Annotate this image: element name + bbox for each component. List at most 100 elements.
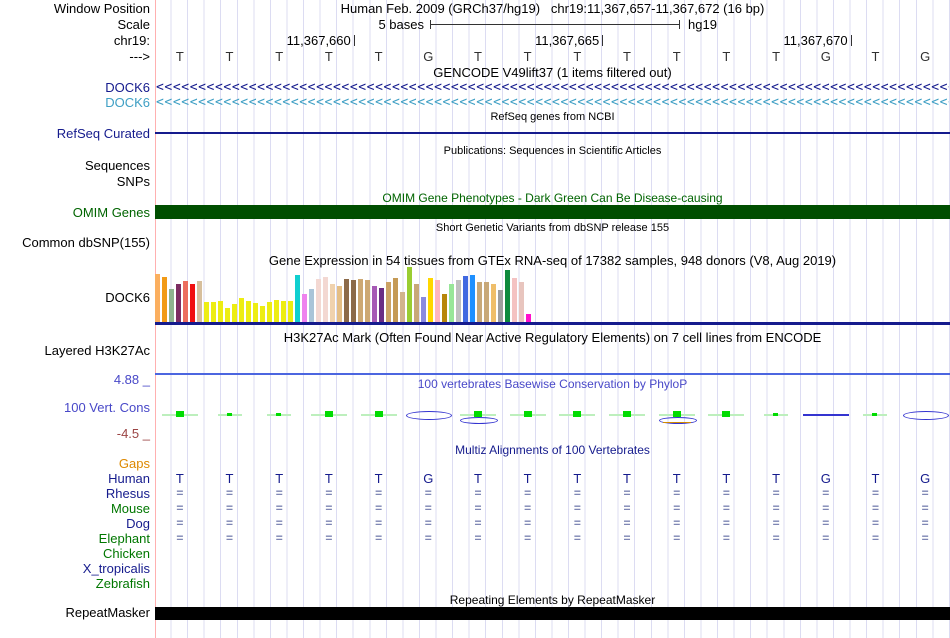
multiz-alignment-mark: =	[415, 502, 441, 514]
multiz-alignment-mark: =	[465, 487, 491, 499]
conservation-small-tick	[276, 413, 281, 416]
gtex-tissue-bar[interactable]	[246, 301, 251, 322]
gtex-tissue-bar[interactable]	[400, 292, 405, 322]
track-label-omim-genes[interactable]: OMIM Genes	[0, 205, 150, 220]
track-label-strand: --->	[0, 49, 150, 64]
gtex-tissue-bar[interactable]	[519, 282, 524, 322]
gtex-tissue-bar[interactable]	[337, 286, 342, 322]
gtex-tissue-bar[interactable]	[470, 275, 475, 322]
multiz-human-base: T	[465, 472, 491, 486]
gtex-tissue-bar[interactable]	[442, 294, 447, 322]
track-label-snps[interactable]: SNPs	[0, 174, 150, 189]
multiz-alignment-mark: =	[415, 517, 441, 529]
multiz-alignment-mark: =	[366, 487, 392, 499]
gtex-tissue-bar[interactable]	[218, 301, 223, 322]
gtex-tissue-bar[interactable]	[274, 300, 279, 322]
multiz-alignment-mark: =	[266, 502, 292, 514]
gtex-tissue-bar[interactable]	[162, 277, 167, 322]
gtex-tissue-bar[interactable]	[183, 281, 188, 322]
gtex-tissue-bar[interactable]	[281, 301, 286, 322]
gtex-tissue-bar[interactable]	[505, 270, 510, 322]
gtex-tissue-bar[interactable]	[456, 280, 461, 322]
gtex-tissue-bar[interactable]	[253, 303, 258, 322]
multiz-human-base: G	[813, 472, 839, 486]
track-label-vert-cons[interactable]: 100 Vert. Cons	[0, 400, 150, 415]
multiz-alignment-mark: =	[713, 532, 739, 544]
gtex-tissue-bar[interactable]	[491, 284, 496, 322]
gtex-tissue-bar[interactable]	[260, 306, 265, 322]
gtex-tissue-bar[interactable]	[190, 284, 195, 322]
gtex-tissue-bar[interactable]	[463, 276, 468, 322]
track-label-refseq-curated[interactable]: RefSeq Curated	[0, 126, 150, 141]
multiz-alignment-mark: =	[217, 487, 243, 499]
gene-row-dock6[interactable]: <<<<<<<<<<<<<<<<<<<<<<<<<<<<<<<<<<<<<<<<…	[156, 97, 949, 109]
multiz-alignment-mark: =	[465, 517, 491, 529]
gtex-tissue-bar[interactable]	[449, 284, 454, 322]
sequence-base: T	[316, 50, 342, 64]
gtex-tissue-bar[interactable]	[239, 298, 244, 322]
gtex-tissue-bar[interactable]	[484, 282, 489, 322]
track-label-x-tropicalis[interactable]: X_tropicalis	[0, 561, 150, 576]
track-label-gencode-dock6-1[interactable]: DOCK6	[0, 80, 150, 95]
gtex-tissue-bar[interactable]	[302, 294, 307, 322]
track-label-gencode-dock6-2[interactable]: DOCK6	[0, 95, 150, 110]
gtex-tissue-bar[interactable]	[428, 278, 433, 322]
conservation-blue-line	[803, 414, 849, 416]
track-label-layered-h3k27ac[interactable]: Layered H3K27Ac	[0, 343, 150, 358]
track-label-dog[interactable]: Dog	[0, 516, 150, 531]
gtex-tissue-bar[interactable]	[232, 304, 237, 322]
gtex-tissue-bar[interactable]	[204, 302, 209, 322]
gtex-tissue-bar[interactable]	[309, 289, 314, 322]
gtex-tissue-bar[interactable]	[386, 282, 391, 322]
refseq-curated-line[interactable]	[155, 132, 950, 134]
conservation-positive-square	[722, 411, 730, 417]
track-label-repeatmasker[interactable]: RepeatMasker	[0, 605, 150, 620]
multiz-alignment-mark: =	[515, 502, 541, 514]
track-label-zebrafish[interactable]: Zebrafish	[0, 576, 150, 591]
gtex-tissue-bar[interactable]	[155, 274, 160, 322]
gtex-tissue-bar[interactable]	[197, 281, 202, 322]
gtex-tissue-bar[interactable]	[407, 267, 412, 322]
multiz-alignment-mark: =	[713, 517, 739, 529]
gtex-tissue-bar[interactable]	[351, 280, 356, 322]
gtex-tissue-bar[interactable]	[526, 314, 531, 322]
gtex-tissue-bar[interactable]	[414, 284, 419, 322]
track-label-cons-max: 4.88 _	[0, 372, 150, 387]
gtex-tissue-bar[interactable]	[323, 277, 328, 322]
gtex-tissue-bar[interactable]	[379, 288, 384, 322]
track-label-chicken[interactable]: Chicken	[0, 546, 150, 561]
repeatmasker-bar[interactable]	[155, 607, 950, 620]
gtex-tissue-bar[interactable]	[295, 275, 300, 322]
gtex-tissue-bar[interactable]	[176, 284, 181, 322]
conservation-positive-square	[573, 411, 581, 417]
gtex-tissue-bar[interactable]	[498, 290, 503, 322]
gtex-tissue-bar[interactable]	[393, 278, 398, 322]
track-label-gtex-dock6[interactable]: DOCK6	[0, 290, 150, 305]
track-label-common-dbsnp[interactable]: Common dbSNP(155)	[0, 235, 150, 250]
gtex-tissue-bar[interactable]	[372, 286, 377, 322]
gtex-tissue-bar[interactable]	[288, 301, 293, 322]
track-label-gaps[interactable]: Gaps	[0, 456, 150, 471]
gtex-tissue-bar[interactable]	[330, 284, 335, 322]
gtex-tissue-bar[interactable]	[211, 302, 216, 322]
gtex-tissue-bar[interactable]	[358, 279, 363, 322]
gtex-tissue-bar[interactable]	[344, 279, 349, 322]
gtex-tissue-bar[interactable]	[435, 280, 440, 322]
track-label-sequences[interactable]: Sequences	[0, 158, 150, 173]
gtex-tissue-bar[interactable]	[169, 289, 174, 322]
gtex-tissue-bar[interactable]	[512, 278, 517, 322]
gtex-tissue-bar[interactable]	[267, 302, 272, 322]
gtex-tissue-bar[interactable]	[225, 308, 230, 322]
omim-gene-bar[interactable]	[155, 205, 950, 219]
gtex-tissue-bar[interactable]	[477, 282, 482, 322]
track-label-mouse[interactable]: Mouse	[0, 501, 150, 516]
track-label-rhesus[interactable]: Rhesus	[0, 486, 150, 501]
gtex-tissue-bar[interactable]	[421, 297, 426, 322]
gene-row-dock6[interactable]: <<<<<<<<<<<<<<<<<<<<<<<<<<<<<<<<<<<<<<<<…	[156, 82, 949, 94]
multiz-alignment-mark: =	[763, 517, 789, 529]
gtex-tissue-bar[interactable]	[316, 279, 321, 322]
track-label-human[interactable]: Human	[0, 471, 150, 486]
multiz-alignment-mark: =	[564, 487, 590, 499]
gtex-tissue-bar[interactable]	[365, 280, 370, 322]
track-label-elephant[interactable]: Elephant	[0, 531, 150, 546]
